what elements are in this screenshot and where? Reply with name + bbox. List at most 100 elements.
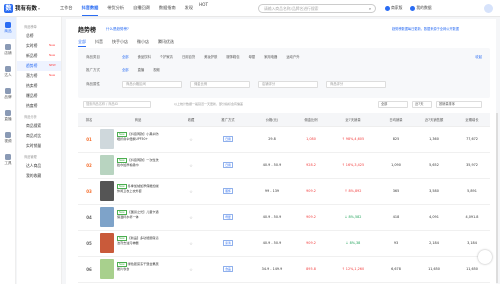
top-nav-item[interactable]: 数据指南 [159, 5, 176, 11]
main-panel: 趋势榜 什么是趋势榜? 趋势榜数据每日更新，数据来源于全网公开数据 全部 抖音 快手… [66, 19, 498, 284]
filter-select[interactable]: 店铺评分 [258, 81, 318, 88]
table-row[interactable]: 03 New 冬季加绒加厚保暖加绒休闲卫衣上衣外套 ☆ 服饰 99 - 139 909.2 ↑… [78, 178, 490, 205]
filter-chip[interactable]: 食品饮料 [138, 54, 151, 60]
subnav-item-label: 爆品榜 [26, 93, 38, 98]
product-thumbnail[interactable] [100, 233, 114, 253]
subnav-item[interactable]: 达人商品 [17, 161, 61, 171]
filter-chip[interactable]: 全部 [122, 54, 129, 60]
product-info: New 【抖音同款】一次性洗脸巾加厚棉柔巾 [100, 155, 176, 175]
product-cell[interactable]: New 【抖音同款】小黑伞防晒折叠伞便携UPF50+ [100, 126, 176, 153]
top-nav-item[interactable]: 带货分析 [107, 5, 124, 11]
filter-chip[interactable]: 运动户外 [286, 54, 299, 60]
column-header[interactable]: 收藏 [176, 113, 206, 127]
column-header[interactable]: 日均销量 [378, 113, 414, 127]
filter-chip[interactable]: 服饰鞋包 [226, 54, 239, 60]
table-row[interactable]: 05 New 【新品】多功能厨房清洁剂去油污神器 ☆ 家清 40.9 - 50.9 909.… [78, 230, 490, 257]
top-nav-item[interactable]: 抖音数据 [81, 5, 98, 16]
filter-label: 商品属性 [86, 82, 100, 86]
top-right-link[interactable]: 我的数据 [416, 5, 431, 11]
product-cell[interactable]: New 绿色蔬菜冻干混合果蔬脆片零食 [100, 256, 176, 283]
sales-cell: ↑ 16%,3,425 [328, 152, 378, 179]
top-nav-item[interactable]: 工作台 [60, 5, 73, 11]
hot-badge: HOT [199, 2, 209, 7]
product-thumbnail[interactable] [100, 181, 114, 201]
filter-select[interactable]: 商品价格区间 [122, 81, 182, 88]
top-nav-item[interactable]: 自播回溯 [133, 5, 150, 11]
subnav-item[interactable]: 热卖榜 [17, 81, 61, 91]
sidebar-item[interactable]: 店铺 [0, 39, 16, 61]
product-cell[interactable]: New 【抖音同款】一次性洗脸巾加厚棉柔巾 [100, 152, 176, 179]
column-header[interactable]: 推广方式 [206, 113, 250, 127]
tab[interactable]: 全部 [78, 39, 86, 47]
tab[interactable]: 腾讯优选 [158, 39, 174, 45]
star-icon[interactable]: ☆ [189, 163, 193, 168]
filter-chip[interactable]: 全部 [122, 67, 129, 73]
search-icon[interactable]: ⌕ [369, 5, 371, 12]
product-thumbnail[interactable] [100, 259, 114, 279]
column-header[interactable]: 近7天销量 [328, 113, 378, 127]
column-header[interactable]: 排名 [78, 113, 100, 127]
subnav-item[interactable]: 潜力榜 New [17, 71, 61, 81]
product-thumbnail[interactable] [100, 155, 114, 175]
subnav-item[interactable]: 实时销量 [17, 141, 61, 151]
top-nav-item[interactable]: 发现HOT [185, 2, 211, 11]
filter-dropdown-period[interactable]: 近7天 [412, 101, 432, 108]
filter-chip[interactable]: 家用电器 [264, 54, 277, 60]
filter-select[interactable]: 佣金比例 [190, 81, 250, 88]
column-header[interactable]: 近7天销售额 [414, 113, 454, 127]
table-row[interactable]: 06 New 绿色蔬菜冻干混合果蔬脆片零食 ☆ 食品 34.9 - 149.9 895.8 ↑… [78, 256, 490, 283]
top-right-link[interactable]: 商家版 [391, 5, 402, 11]
sidebar-item[interactable]: 直播 [0, 105, 16, 127]
star-icon[interactable]: ☆ [189, 215, 193, 220]
tab[interactable]: 微小店 [137, 39, 149, 45]
subnav-item[interactable]: 商品对比 [17, 131, 61, 141]
table-row[interactable]: 02 New 【抖音同款】一次性洗脸巾加厚棉柔巾 ☆ 日用 40.9 - 50.9 928.… [78, 152, 490, 179]
filter-chip[interactable]: 美妆护肤 [204, 54, 217, 60]
star-icon[interactable]: ☆ [189, 137, 193, 142]
sidebar-item[interactable]: 商品 [0, 17, 16, 39]
category-tag: 食品 [223, 266, 233, 272]
filter-chip[interactable]: 直播 [138, 67, 145, 73]
star-icon[interactable]: ☆ [189, 267, 193, 272]
sort-dropdown[interactable]: 按销量排序 [436, 101, 482, 108]
filter-chip[interactable]: 母婴 [249, 54, 256, 60]
column-header[interactable]: 价格(元) [250, 113, 294, 127]
column-header[interactable]: 佣金比例 [294, 113, 328, 127]
sidebar-item[interactable]: 品牌 [0, 83, 16, 105]
subnav-item[interactable]: 商品搜索 [17, 121, 61, 131]
column-header[interactable]: 近期增长 [454, 113, 490, 127]
filter-chip[interactable]: 个护家清 [160, 54, 173, 60]
product-search-input[interactable]: 搜索商品名称 / 商品ID [83, 101, 151, 108]
column-header[interactable]: 商品 [100, 113, 176, 127]
product-thumbnail[interactable] [100, 207, 114, 227]
filter-chip[interactable]: 视频 [153, 67, 160, 73]
float-assistant-button[interactable] [478, 250, 492, 264]
star-icon[interactable]: ☆ [189, 189, 193, 194]
star-icon[interactable]: ☆ [189, 241, 193, 246]
table-row[interactable]: 04 New 【国货之光】儿童卡通保温杯水杯一体 ☆ 母婴 40.9 - 50.9 909.… [78, 204, 490, 231]
product-cell[interactable]: New 【新品】多功能厨房清洁剂去油污神器 [100, 230, 176, 257]
product-cell[interactable]: New 冬季加绒加厚保暖加绒休闲卫衣上衣外套 [100, 178, 176, 205]
collapse-filters-button[interactable]: 收起 [475, 54, 482, 59]
filter-dropdown-all[interactable]: 全部 [378, 101, 408, 108]
search-input[interactable]: 请输入商品名称/品牌名进行搜索 ⌕ [258, 4, 376, 13]
price-cell: 40.9 - 50.9 [250, 204, 294, 231]
sidebar-item[interactable]: 视频 [0, 127, 16, 149]
sidebar-item[interactable]: 工具 [0, 149, 16, 171]
product-cell[interactable]: New 【国货之光】儿童卡通保温杯水杯一体 [100, 204, 176, 231]
app-logo[interactable]: 数 我有有数 ▾ [0, 3, 60, 13]
subnav-item[interactable]: 热度榜 [17, 101, 61, 111]
table-row[interactable]: 01 New 【抖音同款】小黑伞防晒折叠伞便携UPF50+ ☆ 日用 29.8 1,080 ↑… [78, 126, 490, 153]
scrollbar[interactable] [496, 113, 498, 283]
tab[interactable]: 抖音 [95, 39, 103, 45]
filter-chip[interactable]: 日用百货 [182, 54, 195, 60]
title-help-link[interactable]: 什么是趋势榜? [106, 27, 129, 32]
subnav-item[interactable]: 我的收藏 [17, 171, 61, 181]
notice-link[interactable]: 趋势榜数据每日更新，数据来源于全网公开数据 [392, 26, 459, 31]
avatar[interactable] [484, 4, 493, 13]
sidebar-item[interactable]: 达人 [0, 61, 16, 83]
product-thumbnail[interactable] [100, 129, 114, 149]
filter-select[interactable]: 商品评分 [326, 81, 386, 88]
subnav-item[interactable]: 爆品榜 [17, 91, 61, 101]
tab[interactable]: 快手小店 [112, 39, 128, 45]
